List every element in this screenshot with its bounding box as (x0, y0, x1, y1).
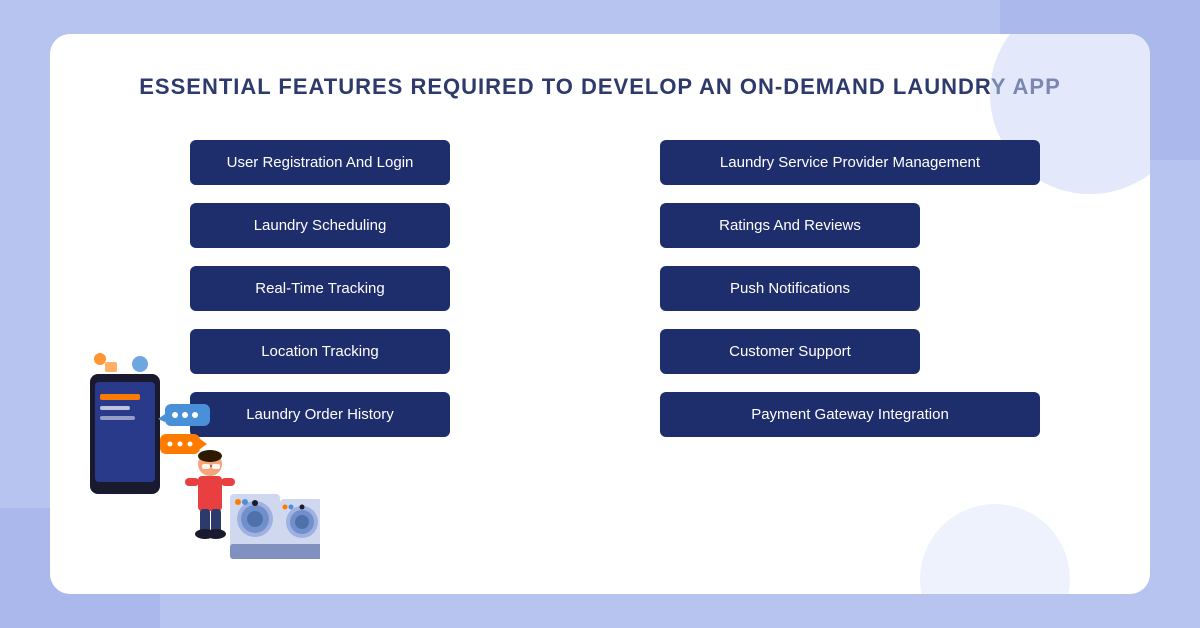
illustration (80, 344, 320, 564)
feature-btn-ratings-reviews[interactable]: Ratings And Reviews (660, 203, 920, 248)
feature-btn-laundry-scheduling[interactable]: Laundry Scheduling (190, 203, 450, 248)
right-feature-column: Laundry Service Provider Management Ratin… (620, 130, 1090, 554)
feature-btn-user-registration[interactable]: User Registration And Login (190, 140, 450, 185)
main-card: Essential Features Required To Develop A… (50, 34, 1150, 594)
feature-btn-laundry-service-provider[interactable]: Laundry Service Provider Management (660, 140, 1040, 185)
content-area: User Registration And Login Laundry Sched… (110, 130, 1090, 554)
feature-btn-push-notifications[interactable]: Push Notifications (660, 266, 920, 311)
feature-btn-real-time-tracking[interactable]: Real-Time Tracking (190, 266, 450, 311)
feature-btn-customer-support[interactable]: Customer Support (660, 329, 920, 374)
feature-btn-payment-gateway[interactable]: Payment Gateway Integration (660, 392, 1040, 437)
page-title: Essential Features Required To Develop A… (110, 74, 1090, 100)
